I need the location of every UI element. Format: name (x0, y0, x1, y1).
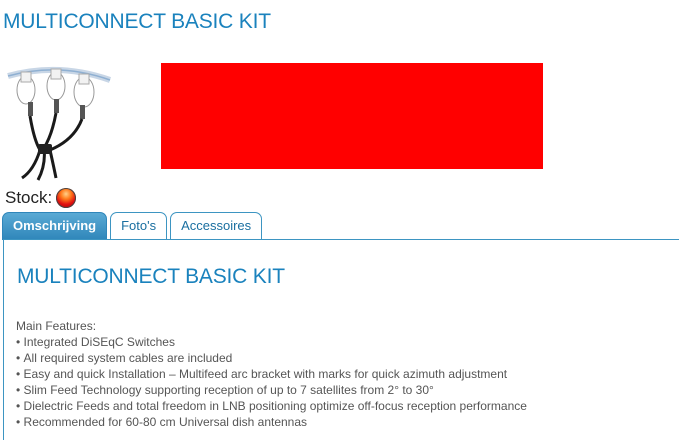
list-item: Easy and quick Installation – Multifeed … (16, 366, 527, 382)
list-item: All required system cables are included (16, 350, 527, 366)
stock-status-icon (56, 188, 77, 208)
features-heading: Main Features: (16, 319, 97, 333)
features-list: Main Features: Integrated DiSEqC Switche… (16, 318, 527, 430)
tab-content-panel: MULTICONNECT BASIC KIT Main Features: In… (3, 239, 679, 440)
tab-fotos[interactable]: Foto's (110, 212, 168, 239)
content-title: MULTICONNECT BASIC KIT (17, 265, 285, 288)
list-item: Integrated DiSEqC Switches (16, 334, 527, 350)
tab-accessoires[interactable]: Accessoires (170, 212, 263, 239)
promo-banner[interactable] (161, 63, 543, 169)
list-item: Recommended for 60-80 cm Universal dish … (16, 414, 527, 430)
tab-bar: Omschrijving Foto's Accessoires (2, 212, 265, 240)
lnb-product-icon (7, 66, 111, 181)
product-image[interactable] (4, 60, 114, 185)
list-item: Slim Feed Technology supporting receptio… (16, 382, 527, 398)
page-title: MULTICONNECT BASIC KIT (3, 10, 271, 33)
stock-label: Stock: (5, 188, 53, 207)
list-item: Dielectric Feeds and total freedom in LN… (16, 398, 527, 414)
stock-indicator: Stock: (5, 187, 77, 209)
tab-omschrijving[interactable]: Omschrijving (2, 212, 108, 240)
